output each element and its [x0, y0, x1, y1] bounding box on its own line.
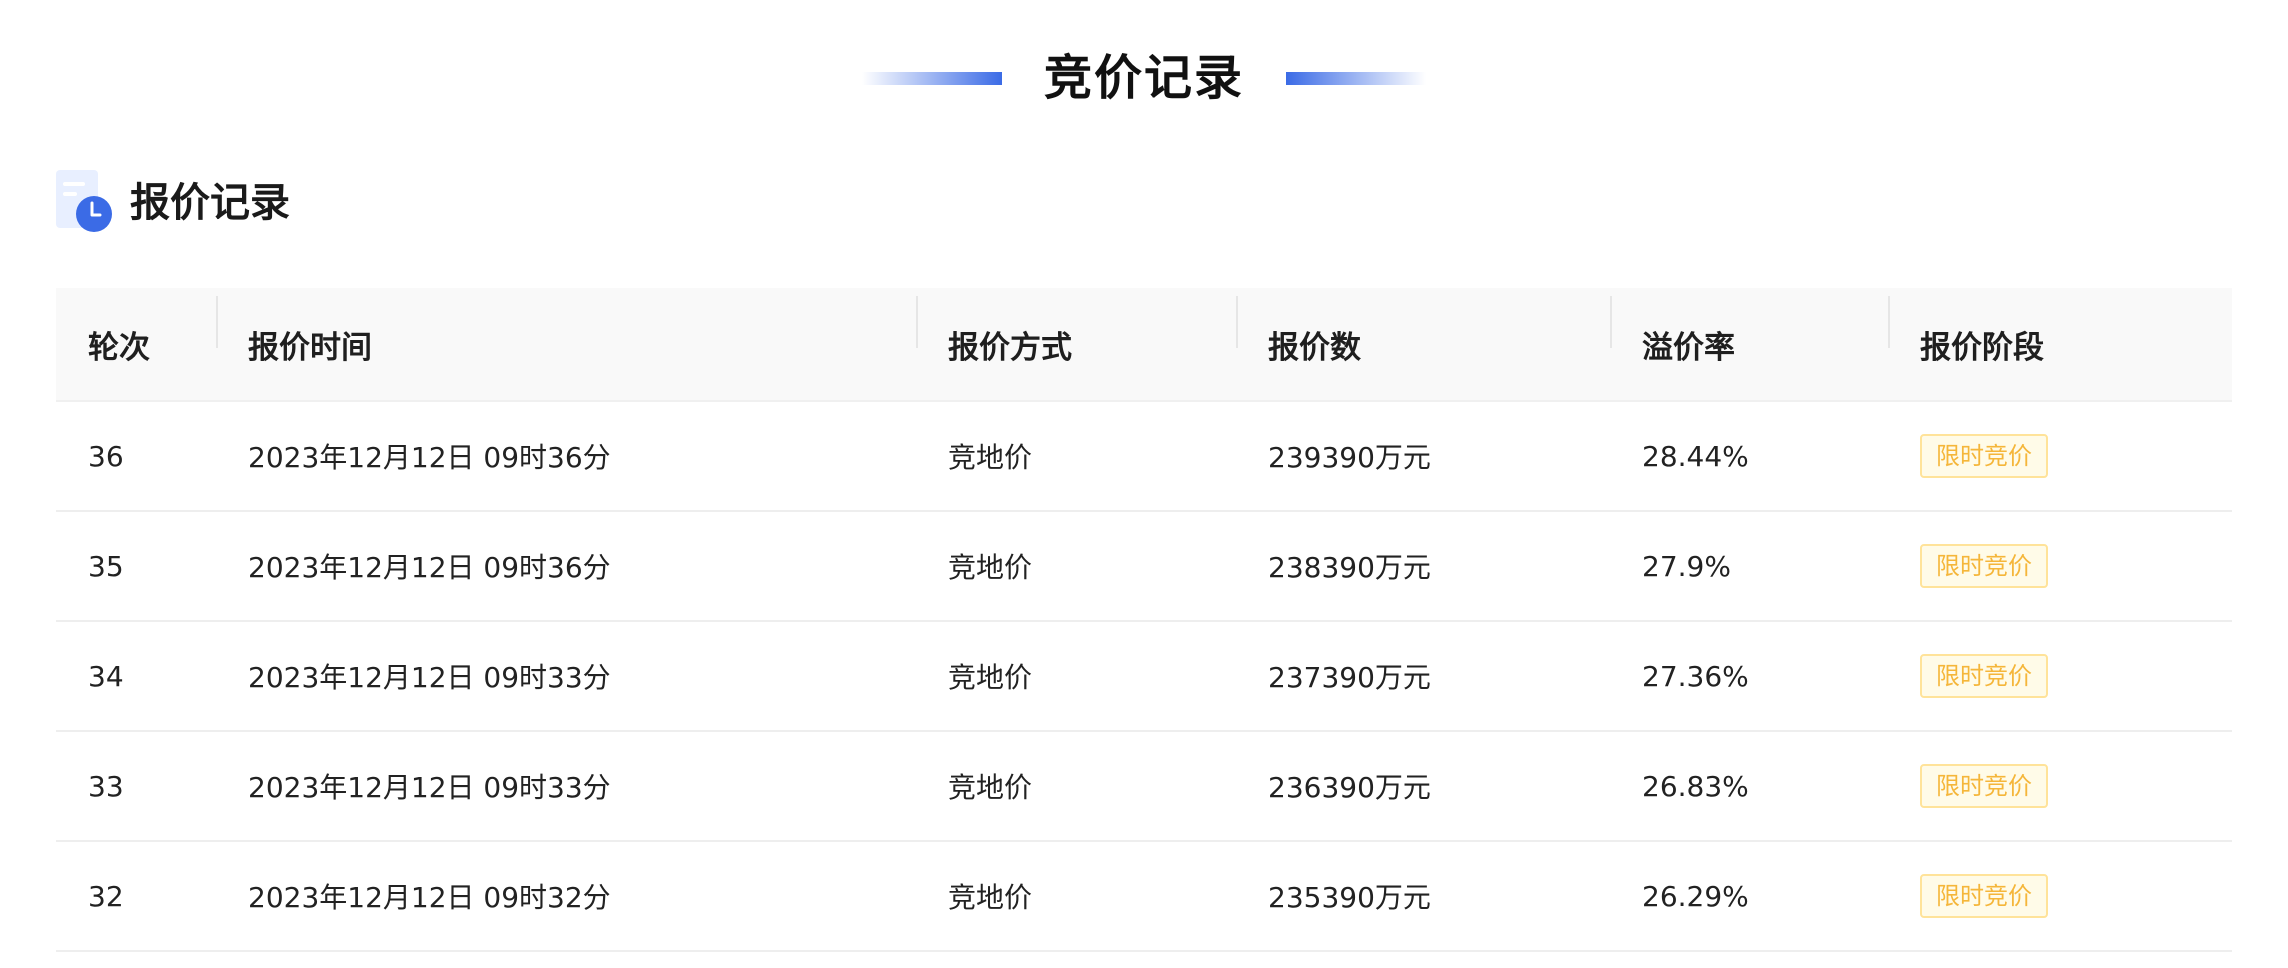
stage-tag: 限时竞价 — [1920, 544, 2048, 588]
amount-cell: 235390万元 — [1268, 881, 1431, 914]
method-cell: 竞地价 — [948, 881, 1033, 914]
table-row: 32 2023年12月12日 09时32分 竞地价 235390万元 26.29… — [56, 842, 2232, 952]
stage-cell: 限时竞价 — [1888, 874, 2232, 918]
page-title: 竞价记录 — [1043, 50, 1244, 106]
stage-cell: 限时竞价 — [1888, 544, 2232, 588]
stage-tag: 限时竞价 — [1920, 434, 2048, 478]
method-cell: 竞地价 — [948, 661, 1033, 694]
stage-cell: 限时竞价 — [1888, 654, 2232, 698]
stage-tag: 限时竞价 — [1920, 874, 2048, 918]
round-cell: 35 — [88, 549, 124, 583]
table-row: 35 2023年12月12日 09时36分 竞地价 238390万元 27.9%… — [56, 512, 2232, 622]
document-clock-icon — [56, 170, 112, 232]
table-row: 33 2023年12月12日 09时33分 竞地价 236390万元 26.83… — [56, 732, 2232, 842]
header-time: 报价时间 — [216, 295, 916, 367]
amount-cell: 237390万元 — [1268, 661, 1431, 694]
premium-cell: 27.36% — [1642, 659, 1749, 693]
premium-cell: 27.9% — [1642, 549, 1731, 583]
premium-cell: 26.83% — [1642, 769, 1749, 803]
stage-cell: 限时竞价 — [1888, 764, 2232, 808]
header-method: 报价方式 — [916, 295, 1236, 367]
round-cell: 32 — [88, 879, 124, 913]
time-cell: 2023年12月12日 09时32分 — [248, 881, 611, 914]
title-decoration-right — [1286, 71, 1426, 85]
header-amount: 报价数 — [1236, 295, 1610, 367]
table-header-row: 轮次 报价时间 报价方式 报价数 溢价率 报价阶段 — [56, 288, 2232, 402]
stage-tag: 限时竞价 — [1920, 654, 2048, 698]
table-row: 36 2023年12月12日 09时36分 竞地价 239390万元 28.44… — [56, 402, 2232, 512]
time-cell: 2023年12月12日 09时33分 — [248, 771, 611, 804]
header-premium: 溢价率 — [1610, 295, 1888, 367]
header-round: 轮次 — [88, 329, 150, 366]
time-cell: 2023年12月12日 09时36分 — [248, 441, 611, 474]
page-header: 竞价记录 — [0, 38, 2288, 118]
time-cell: 2023年12月12日 09时33分 — [248, 661, 611, 694]
method-cell: 竞地价 — [948, 441, 1033, 474]
stage-tag: 限时竞价 — [1920, 764, 2048, 808]
round-cell: 36 — [88, 439, 124, 473]
amount-cell: 236390万元 — [1268, 771, 1431, 804]
premium-cell: 28.44% — [1642, 439, 1749, 473]
bid-record-table: 轮次 报价时间 报价方式 报价数 溢价率 报价阶段 36 2023年12月12日… — [56, 288, 2232, 952]
amount-cell: 238390万元 — [1268, 551, 1431, 584]
stage-cell: 限时竞价 — [1888, 434, 2232, 478]
method-cell: 竞地价 — [948, 551, 1033, 584]
premium-cell: 26.29% — [1642, 879, 1749, 913]
section-title: 报价记录 — [130, 180, 290, 226]
table-row: 34 2023年12月12日 09时33分 竞地价 237390万元 27.36… — [56, 622, 2232, 732]
round-cell: 33 — [88, 769, 124, 803]
amount-cell: 239390万元 — [1268, 441, 1431, 474]
header-stage: 报价阶段 — [1888, 295, 2232, 367]
section-header: 报价记录 — [56, 170, 290, 236]
round-cell: 34 — [88, 659, 124, 693]
method-cell: 竞地价 — [948, 771, 1033, 804]
time-cell: 2023年12月12日 09时36分 — [248, 551, 611, 584]
title-decoration-left — [861, 71, 1002, 85]
